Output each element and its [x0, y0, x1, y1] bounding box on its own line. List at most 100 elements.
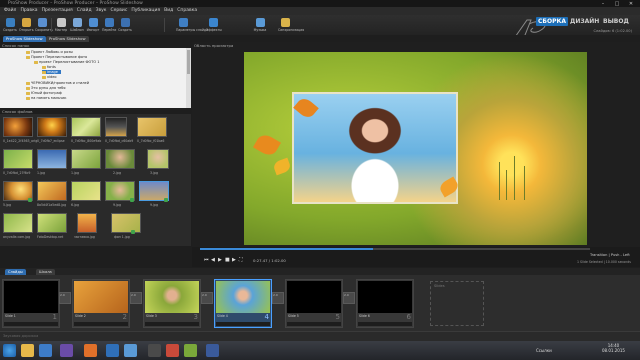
explorer-icon[interactable]: [21, 344, 34, 357]
tree-item[interactable]: Проект Перелистывание фото: [26, 55, 87, 59]
tree-item[interactable]: Проект Любовь и розы: [26, 50, 73, 54]
open-button[interactable]: Открыть: [19, 16, 34, 34]
file-thumbnail[interactable]: [147, 149, 169, 169]
menu-file[interactable]: Файл: [2, 7, 18, 15]
tree-item[interactable]: video: [42, 75, 57, 79]
file-thumbnail[interactable]: [77, 213, 97, 233]
tab-build[interactable]: СБОРКА: [536, 17, 569, 26]
app-icon[interactable]: [184, 344, 197, 357]
maximize-button[interactable]: □: [610, 0, 624, 7]
save-button[interactable]: Сохранить: [35, 16, 53, 34]
create-button[interactable]: Создать: [118, 16, 132, 34]
next-icon[interactable]: ▶: [232, 257, 236, 263]
close-button[interactable]: ✕: [624, 0, 638, 7]
empty-slide-drop-zone[interactable]: Slides: [430, 281, 484, 326]
doc-tab-1[interactable]: ProShow Slideshow: [3, 36, 46, 42]
slide-2[interactable]: Slide 2 2: [72, 279, 130, 328]
doc-tab-2[interactable]: ProShow Slideshow: [46, 36, 89, 42]
tree-item[interactable]: Это руны для тебя: [26, 86, 66, 90]
app-icon[interactable]: [166, 344, 179, 357]
soundtrack-bar[interactable]: Звуковая дорожка: [0, 331, 640, 341]
ie-icon[interactable]: [39, 344, 52, 357]
stop-icon[interactable]: ■: [225, 257, 230, 263]
system-clock[interactable]: 14:40 08.01.2015: [602, 343, 625, 353]
tree-item[interactable]: на память мальчик: [26, 96, 66, 100]
menu-help[interactable]: Справка: [175, 7, 199, 15]
tree-item[interactable]: fonts: [42, 65, 56, 69]
slide-preview: [216, 281, 270, 313]
slide-options-icon: [178, 18, 188, 27]
fullscreen-icon[interactable]: ⛶: [239, 257, 243, 263]
tree-item[interactable]: Юный фотограф: [26, 91, 62, 95]
template-button[interactable]: Шаблон: [70, 16, 84, 34]
slide-6[interactable]: Slide 6 6: [356, 279, 414, 328]
app-icon[interactable]: [206, 344, 219, 357]
tab-design[interactable]: ДИЗАЙН: [570, 17, 599, 26]
visual-studio-icon[interactable]: [60, 344, 73, 357]
slide-1[interactable]: Slide 1 1: [2, 279, 60, 328]
slide-4-selected[interactable]: Slide 4 4: [214, 279, 272, 328]
minimize-button[interactable]: –: [596, 0, 610, 7]
menu-edit[interactable]: Правка: [18, 7, 39, 15]
import-button[interactable]: Импорт: [86, 16, 100, 34]
file-thumbnail[interactable]: [105, 117, 127, 137]
file-thumbnail[interactable]: [137, 117, 167, 137]
transition-label: Transition | Push - Left: [590, 253, 630, 257]
file-name: 0_7d0fb7_eclipse: [37, 139, 65, 143]
menu-view[interactable]: Вид: [162, 7, 175, 15]
sync-button[interactable]: Синхронизация: [278, 16, 304, 34]
menu-tools[interactable]: Сервис: [109, 7, 130, 15]
app-icon[interactable]: [148, 344, 161, 357]
tab-publish[interactable]: ВЫВОД: [603, 17, 629, 26]
folder-icon: [26, 81, 30, 85]
used-check-icon: [131, 230, 135, 234]
wizard-button[interactable]: Мастер: [54, 16, 68, 34]
slide-5[interactable]: Slide 5 5: [285, 279, 343, 328]
file-thumbnail[interactable]: [37, 149, 67, 169]
app-icon[interactable]: [124, 344, 137, 357]
transition-2[interactable]: 2.0: [130, 292, 142, 304]
play-icon[interactable]: ▶: [218, 257, 222, 263]
start-icon[interactable]: [3, 344, 16, 357]
file-name: 8a5d4f1a5ed8.jpg: [37, 203, 67, 207]
file-thumbnail[interactable]: [37, 181, 67, 201]
prev-icon[interactable]: ◀: [211, 257, 215, 263]
template-icon: [72, 18, 82, 27]
transition-5[interactable]: 2.0: [343, 292, 355, 304]
menu-publish[interactable]: Публикация: [129, 7, 162, 15]
transition-3[interactable]: 2.0: [201, 292, 213, 304]
menu-audio[interactable]: Звук: [94, 7, 109, 15]
file-thumbnail[interactable]: [71, 149, 101, 169]
new-show-button[interactable]: Создать: [3, 16, 17, 34]
tree-item[interactable]: ЧЕРНОВИКИ/проектов и стилей: [26, 81, 89, 85]
links-toolbar[interactable]: Ссылки: [536, 348, 552, 353]
file-thumbnail[interactable]: [105, 149, 135, 169]
firefox-icon[interactable]: [84, 344, 97, 357]
proshow-icon[interactable]: [106, 344, 119, 357]
file-thumbnail[interactable]: [37, 213, 67, 233]
file-thumbnail[interactable]: [3, 213, 33, 233]
effects-button[interactable]: Эффекты: [206, 16, 222, 34]
playback-progress[interactable]: [200, 248, 590, 250]
file-thumbnail[interactable]: [3, 117, 33, 137]
tree-item-selected[interactable]: image: [42, 70, 61, 74]
file-thumbnail[interactable]: [71, 117, 101, 137]
tree-scrollbar[interactable]: [186, 48, 191, 108]
slide-3[interactable]: Slide 3 3: [143, 279, 201, 328]
slide-options-button[interactable]: Параметры слайда: [176, 16, 208, 34]
used-check-icon: [164, 198, 168, 202]
transition-4[interactable]: 2.0: [272, 292, 284, 304]
folder-icon: [42, 65, 46, 69]
file-thumbnail[interactable]: [71, 181, 101, 201]
music-button[interactable]: Музыка: [253, 16, 267, 34]
file-thumbnail[interactable]: [3, 149, 33, 169]
scroll-thumb[interactable]: [187, 50, 190, 74]
file-thumbnail[interactable]: [111, 213, 141, 233]
tree-item[interactable]: проект Перелистывание ФОТО 1: [34, 60, 100, 64]
menu-show[interactable]: Презентация: [40, 7, 75, 15]
transition-1[interactable]: 2.0: [59, 292, 71, 304]
file-thumbnail[interactable]: [37, 117, 67, 137]
goto-button[interactable]: Перейти: [102, 16, 116, 34]
skip-start-icon[interactable]: ⏮: [204, 257, 209, 263]
menu-slide[interactable]: Слайд: [75, 7, 94, 15]
